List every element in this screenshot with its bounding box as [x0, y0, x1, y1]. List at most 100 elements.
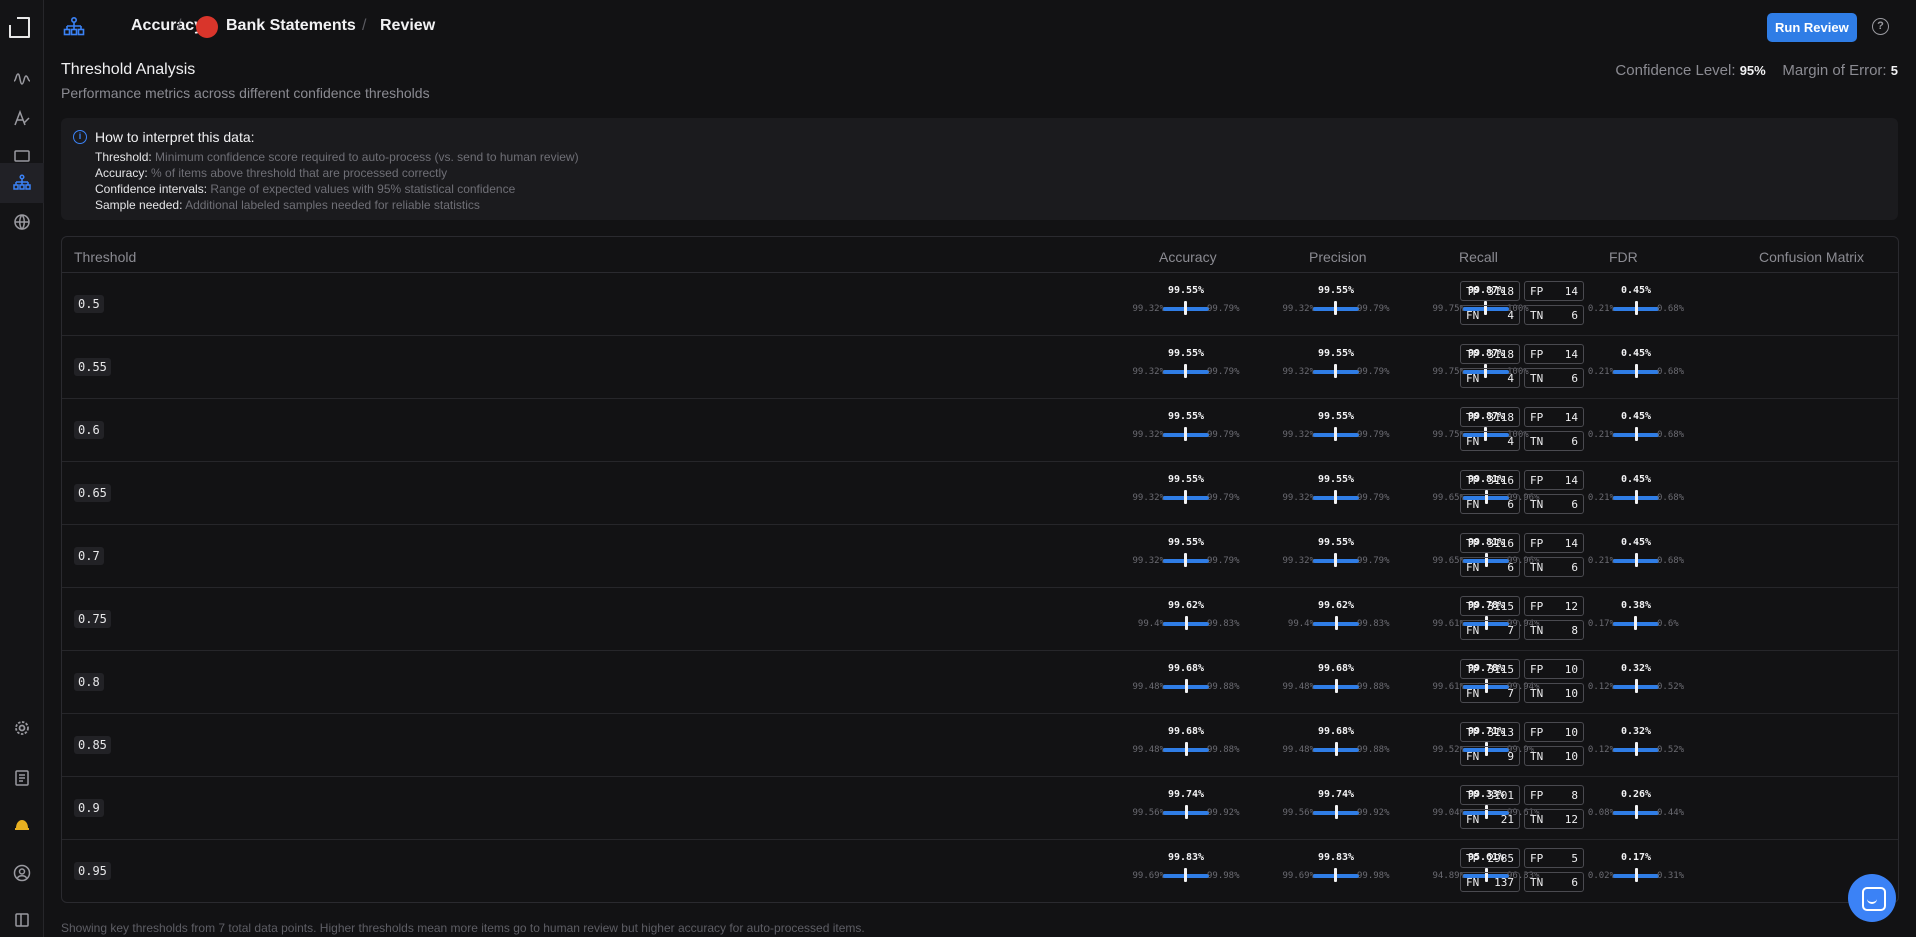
- fdr-lower-bound: 0.17%: [1587, 619, 1615, 629]
- cm-value: 2985: [1487, 852, 1515, 865]
- precision-upper-bound: 99.79%: [1357, 556, 1390, 566]
- fdr-value: 0.32%: [1620, 726, 1652, 737]
- column-header-recall: Recall: [1459, 249, 1498, 265]
- annotate-icon[interactable]: [0, 98, 44, 138]
- cm-value: 10: [1564, 726, 1578, 739]
- precision-lower-bound: 99.48%: [1282, 682, 1315, 692]
- accuracy-value: 99.55%: [1167, 474, 1205, 485]
- cm-label: TN: [1530, 498, 1544, 511]
- cm-label: FN: [1466, 813, 1480, 826]
- breadcrumb-project[interactable]: Bank Statements: [226, 17, 356, 35]
- precision-upper-bound: 99.79%: [1357, 304, 1390, 314]
- project-color-dot: [196, 16, 218, 38]
- fdr-lower-bound: 0.21%: [1587, 367, 1615, 377]
- footnote: Showing key thresholds from 7 total data…: [61, 921, 865, 935]
- cm-fn: FN 4: [1460, 305, 1520, 325]
- cm-value: 3113: [1487, 726, 1515, 739]
- accuracy-value: 99.74%: [1167, 789, 1205, 800]
- hardhat-icon[interactable]: [0, 805, 44, 845]
- docs-icon[interactable]: [0, 758, 44, 798]
- table-row: 0.7 99.55% 99.32% 99.79% 99.55% 99.32% 9…: [62, 525, 1898, 588]
- cm-label: TN: [1530, 561, 1544, 574]
- accuracy-cell: 99.55% 99.32% 99.79%: [1121, 283, 1251, 323]
- precision-lower-bound: 99.48%: [1282, 745, 1315, 755]
- precision-upper-bound: 99.98%: [1357, 871, 1390, 881]
- precision-cell: 99.74% 99.56% 99.92%: [1271, 787, 1401, 827]
- chat-support-button[interactable]: [1848, 874, 1896, 922]
- fdr-point-marker: [1634, 427, 1638, 441]
- header: Accuracy / Bank Statements / Review Run …: [44, 0, 1916, 54]
- cm-value: 3115: [1487, 663, 1515, 676]
- table-row: 0.8 99.68% 99.48% 99.88% 99.68% 99.48% 9…: [62, 651, 1898, 714]
- info-line: Confidence intervals: Range of expected …: [95, 182, 515, 196]
- column-header-threshold: Threshold: [74, 249, 137, 265]
- column-header-precision: Precision: [1309, 249, 1367, 265]
- cm-value: 10: [1564, 687, 1578, 700]
- threshold-value: 0.75: [74, 610, 111, 628]
- confusion-matrix: TP 3101 FP 8 FN 21 TN 12: [1460, 785, 1585, 831]
- cm-label: TN: [1530, 309, 1544, 322]
- accuracy-point-marker: [1184, 364, 1187, 378]
- cm-value: 14: [1564, 411, 1578, 424]
- cm-value: 12: [1564, 600, 1578, 613]
- table-row: 0.5 99.55% 99.32% 99.79% 99.55% 99.32% 9…: [62, 273, 1898, 336]
- cm-fn: FN 4: [1460, 431, 1520, 451]
- cm-value: 7: [1507, 624, 1514, 637]
- precision-lower-bound: 99.32%: [1282, 493, 1315, 503]
- gear-icon[interactable]: [0, 708, 44, 748]
- cm-value: 5: [1571, 852, 1578, 865]
- fdr-upper-bound: 0.68%: [1657, 430, 1685, 440]
- precision-lower-bound: 99.32%: [1282, 367, 1315, 377]
- precision-lower-bound: 99.32%: [1282, 304, 1315, 314]
- precision-value: 99.55%: [1317, 537, 1355, 548]
- accuracy-cell: 99.55% 99.32% 99.79%: [1121, 346, 1251, 386]
- accuracy-value: 99.55%: [1167, 285, 1205, 296]
- precision-cell: 99.55% 99.32% 99.79%: [1271, 472, 1401, 512]
- info-text: % of items above threshold that are proc…: [151, 166, 448, 180]
- cm-fp: FP 8: [1524, 785, 1584, 805]
- accuracy-point-marker: [1184, 742, 1188, 756]
- table-row: 0.9 99.74% 99.56% 99.92% 99.74% 99.56% 9…: [62, 777, 1898, 840]
- run-review-button[interactable]: Run Review: [1767, 13, 1857, 42]
- fdr-cell: 0.32% 0.12% 0.52%: [1571, 724, 1701, 764]
- accuracy-icon[interactable]: [0, 163, 44, 203]
- user-avatar-icon[interactable]: [0, 853, 44, 893]
- app-logo[interactable]: [9, 17, 30, 38]
- cm-label: FN: [1466, 561, 1480, 574]
- precision-point-marker: [1334, 427, 1337, 441]
- cm-label: TP: [1466, 411, 1480, 424]
- globe-icon[interactable]: [0, 202, 44, 242]
- fdr-value: 0.45%: [1620, 474, 1652, 485]
- cm-value: 3118: [1487, 411, 1515, 424]
- info-line: Sample needed: Additional labeled sample…: [95, 198, 480, 212]
- confusion-matrix: TP 3116 FP 14 FN 6 TN 6: [1460, 470, 1585, 516]
- fdr-upper-bound: 0.68%: [1657, 367, 1685, 377]
- cm-fp: FP 14: [1524, 281, 1584, 301]
- confusion-matrix: TP 3118 FP 14 FN 4 TN 6: [1460, 281, 1585, 327]
- info-key: Accuracy:: [95, 166, 148, 180]
- cm-label: FP: [1530, 663, 1544, 676]
- cm-value: 10: [1564, 750, 1578, 763]
- confidence-level-label: Confidence Level:: [1615, 62, 1736, 79]
- cm-label: FN: [1466, 687, 1480, 700]
- accuracy-point-marker: [1185, 616, 1189, 630]
- activity-icon[interactable]: [0, 59, 44, 99]
- confusion-matrix: TP 3113 FP 10 FN 9 TN 10: [1460, 722, 1585, 768]
- breadcrumb-accuracy[interactable]: Accuracy: [131, 17, 203, 35]
- cm-label: FP: [1530, 285, 1544, 298]
- accuracy-cell: 99.83% 99.69% 99.98%: [1121, 850, 1251, 890]
- confidence-level-value: 95%: [1739, 63, 1766, 78]
- accuracy-upper-bound: 99.92%: [1207, 808, 1240, 818]
- cm-label: FN: [1466, 372, 1480, 385]
- cm-tn: TN 6: [1524, 494, 1584, 514]
- cm-tp: TP 3118: [1460, 407, 1520, 427]
- precision-lower-bound: 99.69%: [1282, 871, 1315, 881]
- fdr-cell: 0.45% 0.21% 0.68%: [1571, 535, 1701, 575]
- table-row: 0.85 99.68% 99.48% 99.88% 99.68% 99.48% …: [62, 714, 1898, 777]
- cm-label: FP: [1530, 852, 1544, 865]
- margin-of-error-label: Margin of Error:: [1782, 62, 1887, 79]
- collapse-sidebar-icon[interactable]: [0, 900, 44, 937]
- accuracy-upper-bound: 99.88%: [1207, 745, 1240, 755]
- help-icon[interactable]: ?: [1872, 18, 1889, 35]
- threshold-value: 0.8: [74, 673, 104, 691]
